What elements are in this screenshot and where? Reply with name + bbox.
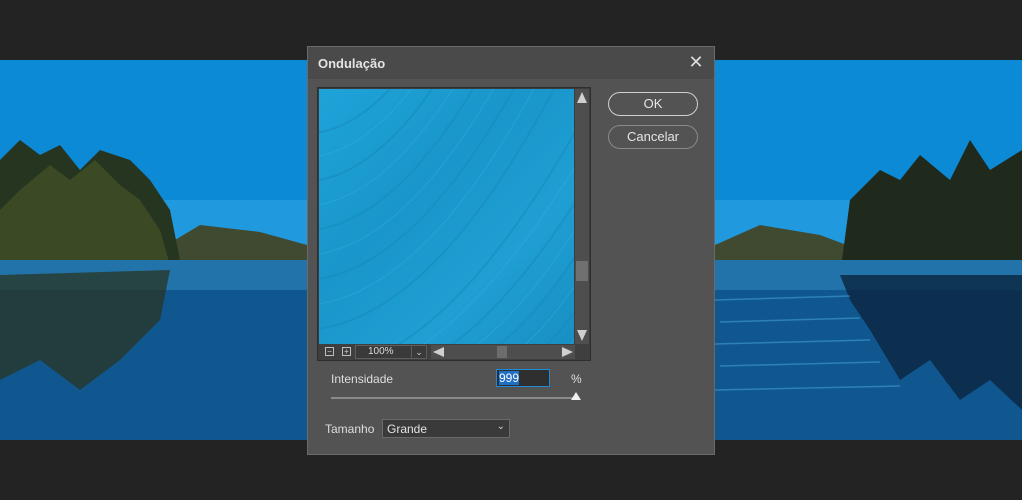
scroll-down-icon[interactable] [577,330,587,341]
intensity-unit: % [571,372,582,386]
zoom-value: 100% [368,346,394,357]
dialog-titlebar[interactable]: Ondulação ✕ [308,47,714,79]
preview-panel: − + 100% ⌄ [317,87,591,361]
intensity-value: 999 [499,371,520,385]
preview-toolbar: − + 100% ⌄ [319,344,590,360]
dialog-title: Ondulação [318,56,386,71]
size-value: Grande [387,422,428,436]
chevron-down-icon[interactable]: ⌄ [411,346,426,358]
zoom-select[interactable]: 100% ⌄ [355,345,427,359]
size-select[interactable]: Grande ⌄ [382,419,510,438]
cancel-button[interactable]: Cancelar [608,125,698,149]
vertical-scroll-thumb[interactable] [576,261,588,281]
preview-vertical-scrollbar[interactable] [575,89,589,344]
scroll-left-icon[interactable] [433,347,444,357]
scroll-up-icon[interactable] [577,92,587,103]
horizontal-scroll-thumb[interactable] [497,346,507,358]
size-label: Tamanho [325,422,375,436]
ripple-dialog: Ondulação ✕ − + 100% ⌄ OK Cancelar Inten… [307,46,715,455]
intensity-slider-track[interactable] [331,397,577,399]
chevron-down-icon[interactable]: ⌄ [497,421,505,432]
scroll-right-icon[interactable] [562,347,573,357]
preview-image[interactable] [319,89,574,344]
intensity-label: Intensidade [331,372,394,386]
preview-horizontal-scrollbar[interactable] [431,345,575,359]
zoom-in-icon[interactable]: + [342,347,351,356]
zoom-out-icon[interactable]: − [325,347,334,356]
intensity-slider-thumb[interactable] [571,392,581,400]
intensity-input[interactable]: 999 [496,369,550,387]
ripple-texture [319,89,574,344]
close-icon[interactable]: ✕ [687,53,705,71]
ok-button[interactable]: OK [608,92,698,116]
